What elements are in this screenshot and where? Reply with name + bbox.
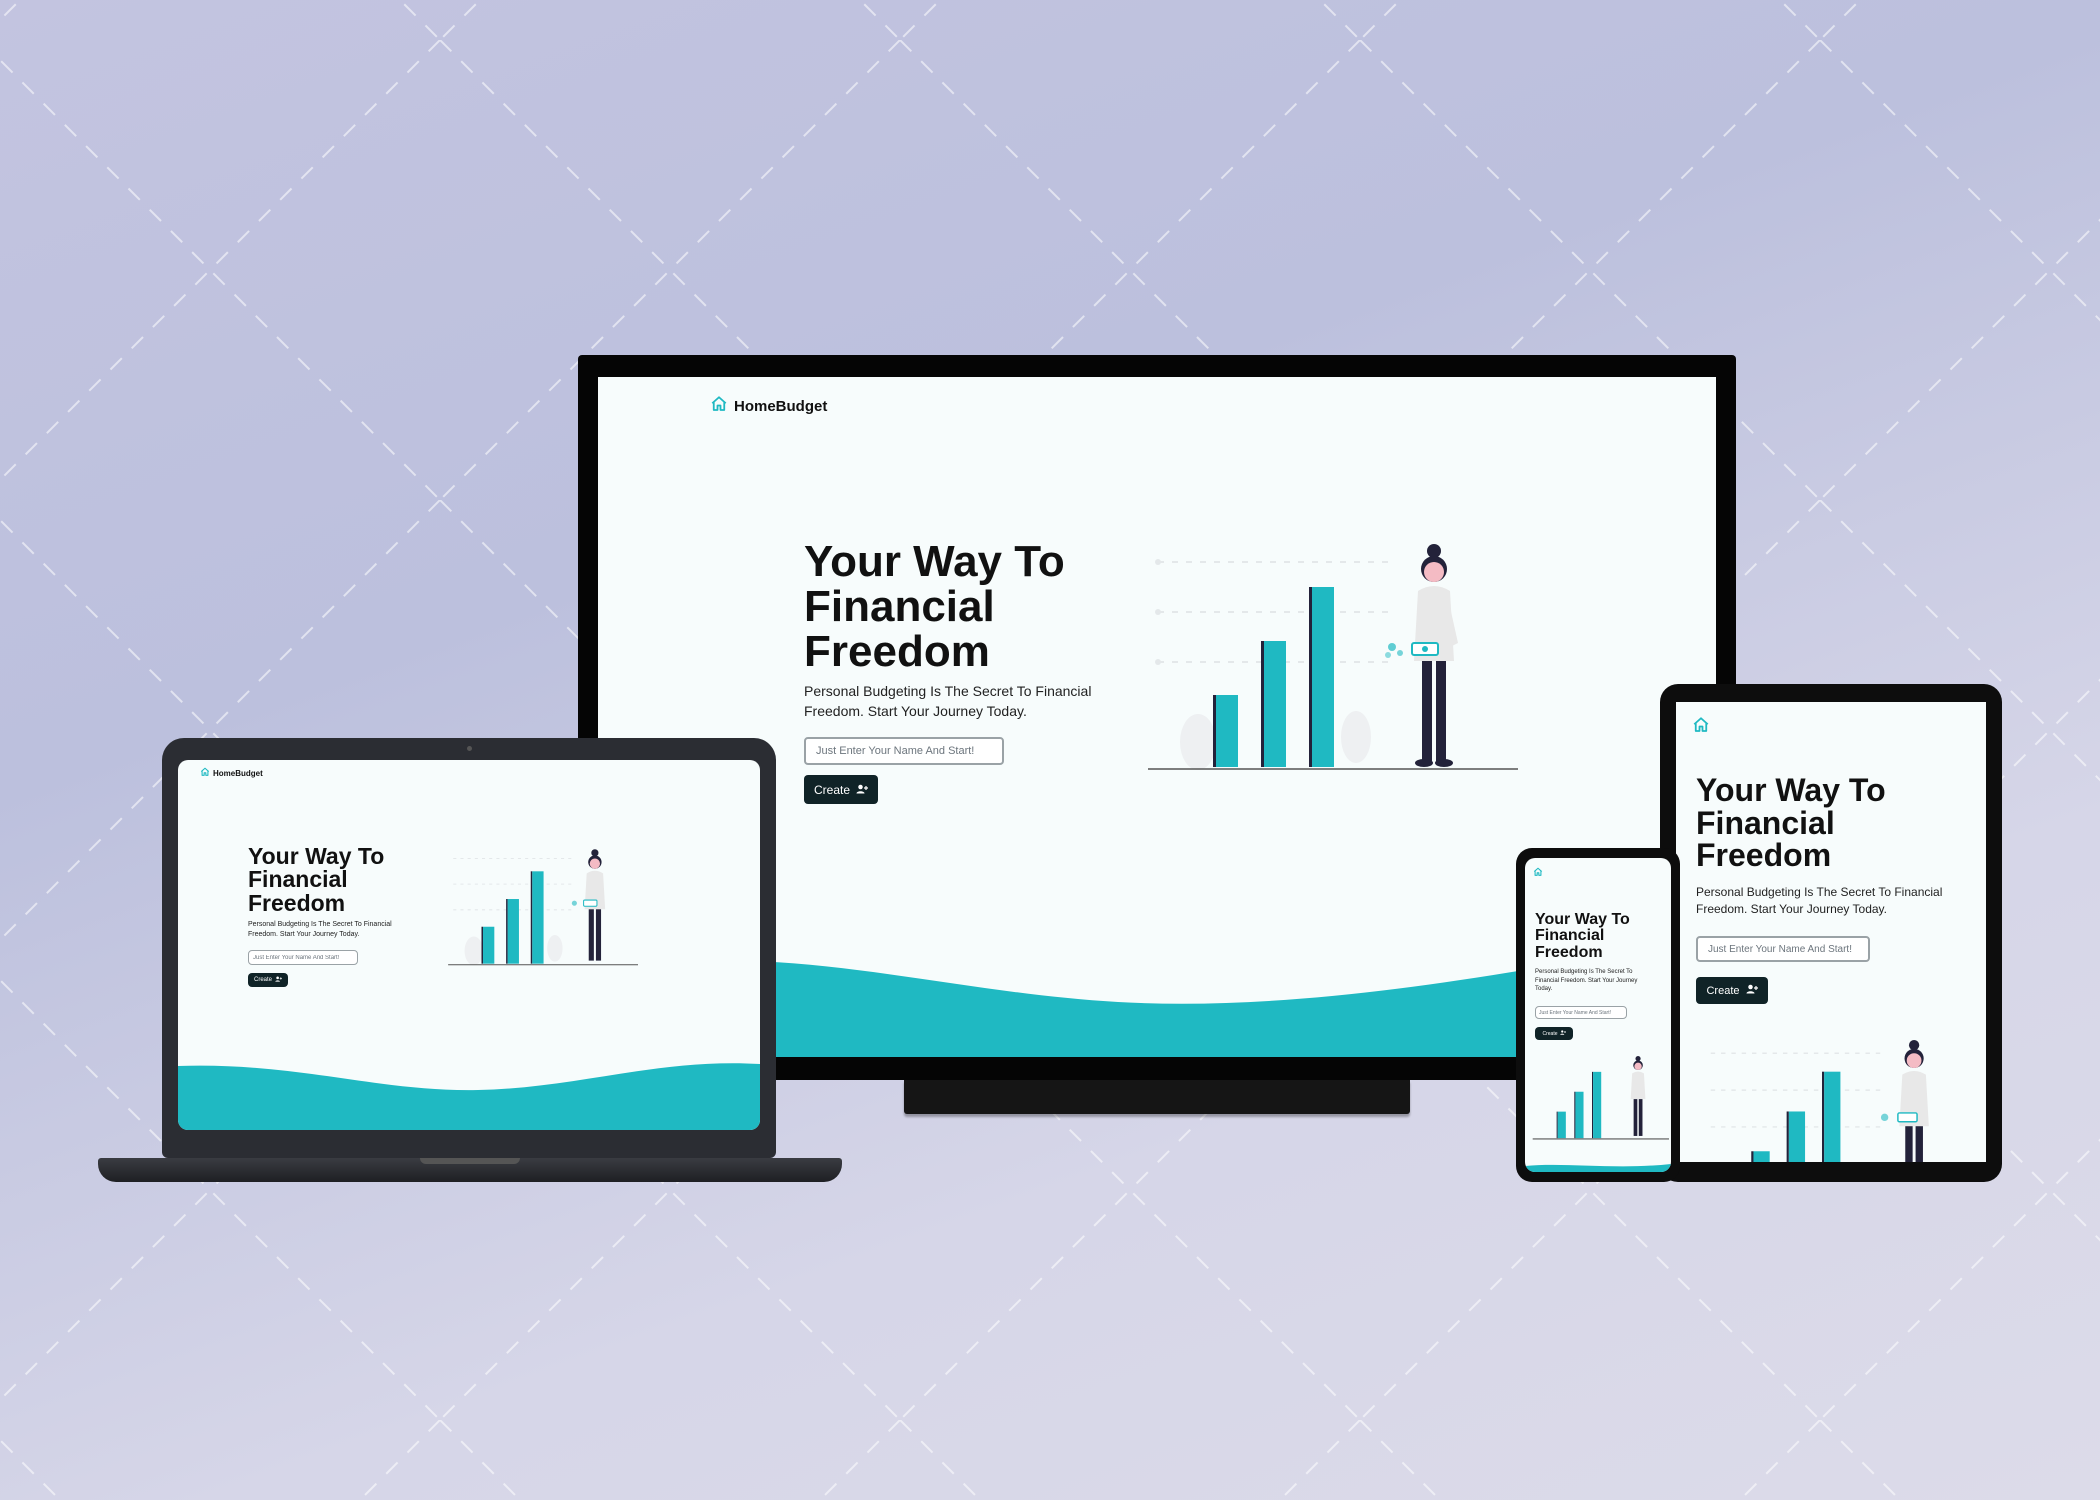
name-input[interactable] <box>248 950 358 965</box>
bar-2-edge <box>1786 1111 1789 1162</box>
bar-group <box>1213 587 1334 767</box>
bar-group <box>1751 1071 1841 1162</box>
phone-wave <box>1525 1164 1671 1172</box>
plant-right <box>547 934 563 962</box>
plant-left <box>1180 714 1216 770</box>
growth-illustration <box>1148 544 1518 770</box>
laptop-camera <box>467 746 472 751</box>
hero-subtitle: Personal Budgeting Is The Secret To Fina… <box>1535 969 1638 993</box>
brand-name: HomeBudget <box>734 397 828 415</box>
hero-title-line-2: Financial <box>1535 927 1605 945</box>
bar-1-edge <box>1213 695 1216 767</box>
bar-2-edge <box>506 899 508 964</box>
bar-3-edge <box>1309 587 1312 767</box>
hero-title-line-3: Freedom <box>1696 837 1832 874</box>
bar-3-edge <box>1592 1071 1594 1139</box>
bar-3 <box>532 871 544 964</box>
bar-3-edge <box>530 871 533 964</box>
monitor-stand <box>904 1080 1410 1114</box>
laptop-wave <box>178 1063 760 1130</box>
home-icon[interactable] <box>1692 716 1710 739</box>
laptop-screen: HomeBudget Your Way To Financial Freedom… <box>178 760 760 1130</box>
bar-1 <box>1557 1111 1566 1139</box>
name-input[interactable] <box>1535 1006 1627 1019</box>
hero-title-line-1: Your Way To <box>1535 911 1630 928</box>
hero-title: Your Way To Financial Freedom <box>1535 911 1630 961</box>
bar-1 <box>1216 695 1238 767</box>
user-plus-icon <box>1746 984 1758 997</box>
growth-illustration <box>448 849 638 966</box>
bar-3-edge <box>1822 1071 1825 1162</box>
bar-group <box>481 871 544 964</box>
hero-title-line-1: Your Way To <box>248 843 385 869</box>
create-button-label: Create <box>254 977 273 983</box>
tablet-screen: Your Way To Financial Freedom Personal B… <box>1676 702 1986 1162</box>
create-button[interactable]: Create <box>1535 1027 1573 1040</box>
hero-title: Your Way To Financial Freedom <box>248 843 385 916</box>
laptop: HomeBudget Your Way To Financial Freedom… <box>98 738 842 1183</box>
create-button[interactable]: Create <box>248 973 288 987</box>
brand-logo[interactable]: HomeBudget <box>200 767 263 779</box>
hero-title-line-1: Your Way To <box>1696 772 1886 808</box>
bar-1 <box>1753 1151 1770 1162</box>
brand-logo[interactable]: HomeBudget <box>710 395 827 417</box>
bar-2 <box>1264 641 1286 767</box>
hero-title-line-3: Freedom <box>1535 943 1603 961</box>
bar-1-edge <box>1556 1111 1558 1139</box>
bar-2 <box>507 899 519 964</box>
create-button-label: Create <box>1706 984 1740 997</box>
person-figure <box>1880 1040 1929 1162</box>
hero-title: Your Way To Financial Freedom <box>804 537 1065 676</box>
bar-1 <box>483 926 495 964</box>
person-figure <box>571 849 606 961</box>
plant-right <box>1341 711 1371 763</box>
plant-left <box>464 936 484 966</box>
hero-title-line-3: Freedom <box>248 889 346 916</box>
person-figure <box>1630 1056 1646 1136</box>
hero-title-line-2: Financial <box>1696 804 1835 841</box>
bar-1-edge <box>1751 1151 1754 1162</box>
name-input[interactable] <box>1696 936 1870 962</box>
bar-2 <box>1788 1111 1806 1162</box>
hero-title-line-2: Financial <box>248 866 348 893</box>
bar-3 <box>1824 1071 1841 1162</box>
phone-screen: Your Way To Financial Freedom Personal B… <box>1525 858 1671 1172</box>
user-plus-icon <box>1559 1030 1566 1037</box>
bar-1-edge <box>481 926 484 964</box>
bar-group <box>1556 1071 1602 1139</box>
hero-title: Your Way To Financial Freedom <box>1696 774 1886 872</box>
growth-illustration <box>1710 1040 1929 1162</box>
hero-subtitle: Personal Budgeting Is The Secret To Fina… <box>804 683 1092 720</box>
phone: Your Way To Financial Freedom Personal B… <box>1516 848 1680 1182</box>
growth-illustration <box>1532 1056 1669 1140</box>
laptop-notch <box>420 1158 520 1164</box>
person-figure <box>1385 544 1458 767</box>
bar-2 <box>1575 1091 1584 1139</box>
user-plus-icon <box>856 783 869 797</box>
bar-3 <box>1593 1071 1602 1139</box>
hero-subtitle: Personal Budgeting Is The Secret To Fina… <box>248 921 392 939</box>
home-icon <box>710 395 728 417</box>
home-icon[interactable] <box>1533 864 1543 882</box>
bar-3 <box>1312 587 1334 767</box>
create-button-label: Create <box>1542 1030 1558 1037</box>
hero-title-line-2: Financial <box>804 581 995 631</box>
hero-title-line-1: Your Way To <box>804 537 1065 586</box>
user-plus-icon <box>275 976 283 984</box>
hero-subtitle: Personal Budgeting Is The Secret To Fina… <box>1696 885 1943 917</box>
create-button[interactable]: Create <box>1696 977 1768 1004</box>
brand-name: HomeBudget <box>213 768 263 778</box>
hero-title-line-3: Freedom <box>804 626 990 676</box>
tablet: Your Way To Financial Freedom Personal B… <box>1660 684 2002 1182</box>
bar-2-edge <box>1261 641 1264 767</box>
bar-2-edge <box>1574 1091 1576 1139</box>
home-icon <box>200 767 210 779</box>
